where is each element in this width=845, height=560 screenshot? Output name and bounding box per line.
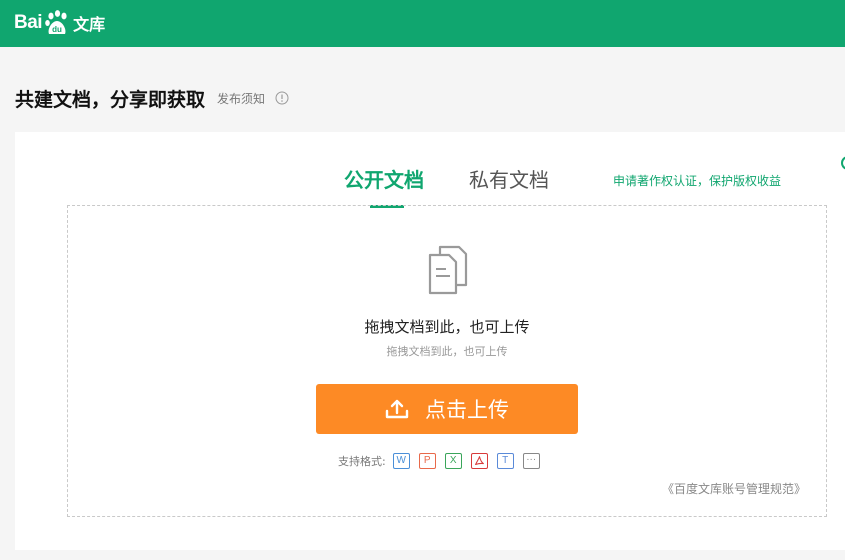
logo-wenku-text: 文库 (73, 15, 106, 34)
excel-format-icon: X (444, 453, 462, 469)
account-rules-link[interactable]: 《百度文库账号管理规范》 (662, 480, 806, 497)
baidu-paw-icon: du (45, 10, 67, 34)
baidu-wenku-logo[interactable]: Bai du 文库 (14, 8, 105, 38)
publish-notice-link[interactable]: 发布须知 (217, 90, 265, 107)
upload-icon (385, 399, 409, 419)
supported-formats: 支持格式: W P X T ··· (338, 452, 549, 470)
file-dropzone[interactable]: 拖拽文档到此，也可上传 拖拽文档到此，也可上传 点击上传 支持格式: W P X… (67, 205, 827, 517)
heading-row: 共建文档，分享即获取 发布须知 (15, 84, 289, 112)
page-title: 共建文档，分享即获取 (15, 88, 206, 111)
supported-formats-label: 支持格式: (338, 455, 386, 468)
logo-bai-text: Bai (14, 12, 43, 33)
side-circle-icon[interactable] (841, 156, 845, 170)
pdf-format-icon (470, 453, 488, 469)
txt-format-icon: T (496, 453, 514, 469)
document-stack-icon (428, 245, 468, 295)
word-format-icon: W (392, 453, 410, 469)
more-formats-icon: ··· (522, 453, 540, 469)
copyright-certification-link[interactable]: 申请著作权认证，保护版权收益 (613, 172, 781, 189)
tab-public-docs[interactable]: 公开文档 (344, 164, 424, 193)
top-bar: Bai du 文库 (0, 0, 845, 47)
ppt-format-icon: P (418, 453, 436, 469)
drag-hint-title: 拖拽文档到此，也可上传 (364, 318, 530, 336)
upload-card: 公开文档 私有文档 申请著作权认证，保护版权收益 拖拽文档到此，也可上传 拖拽文… (15, 132, 845, 550)
svg-text:du: du (52, 25, 62, 34)
drag-hint-subtitle: 拖拽文档到此，也可上传 (386, 345, 508, 358)
upload-button[interactable]: 点击上传 (316, 384, 578, 434)
tab-private-docs[interactable]: 私有文档 (469, 164, 549, 193)
info-circle-icon[interactable] (275, 91, 289, 105)
upload-button-label: 点击上传 (425, 398, 509, 422)
